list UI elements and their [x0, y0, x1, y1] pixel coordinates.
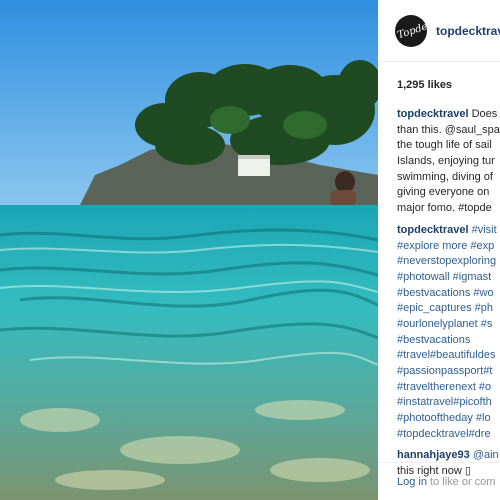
comment-line: than this. @saul_spa: [397, 123, 500, 139]
hashtag-link[interactable]: #visit: [472, 224, 497, 236]
comment-line: swimming, diving of: [397, 170, 493, 183]
comment-line: giving everyone on: [397, 186, 490, 199]
post-side-panel: Topdeck topdecktravel 1,295 likes topdec…: [378, 0, 500, 500]
hashtag-line[interactable]: #bestvacations #wo: [397, 286, 500, 302]
hashtag-line[interactable]: #photooftheday #lo: [397, 411, 500, 427]
comment-username-link[interactable]: topdecktravel: [397, 108, 469, 120]
comment-line: the tough life of sail: [397, 139, 492, 152]
avatar-logo-text: Topdeck: [396, 17, 427, 42]
hashtag-line[interactable]: #bestvacations: [397, 333, 500, 349]
hashtag-line[interactable]: #traveltherenext #o: [397, 380, 500, 396]
header-username-link[interactable]: topdecktravel: [436, 24, 500, 38]
post-photo: [0, 0, 378, 500]
comment-text: than this. @saul_spa: [397, 123, 500, 136]
post-header: Topdeck topdecktravel: [378, 0, 500, 62]
hashtag-line[interactable]: #instatravel#picofth: [397, 395, 500, 411]
hashtag-line[interactable]: #travel#beautifuldes: [397, 348, 500, 364]
comment-line: major fomo. #topde: [397, 202, 492, 215]
comment-line: topdecktravel Does: [397, 107, 500, 123]
comment-line: Islands, enjoying tur: [397, 155, 495, 168]
likes-count[interactable]: 1,295 likes: [397, 79, 452, 91]
hashtag-line[interactable]: #passionpassport#t: [397, 364, 500, 380]
comment-username-link[interactable]: hannahjaye93: [397, 449, 470, 461]
hashtag-line[interactable]: #explore more #exp: [397, 239, 500, 255]
comment-text: Does: [471, 108, 498, 120]
hashtag-line[interactable]: #epic_captures #ph: [397, 301, 500, 317]
caption-comment: topdecktravel Does than this. @saul_spa …: [397, 107, 500, 217]
hashtag-line[interactable]: #neverstopexploring: [397, 254, 500, 270]
login-prompt: Log in to like or com: [397, 476, 495, 488]
comment-username-link[interactable]: topdecktravel: [397, 224, 469, 236]
hashtag-line[interactable]: #photowall #igmast: [397, 270, 500, 286]
hashtag-comment: topdecktravel #visit #explore more #exp …: [397, 223, 500, 443]
comment-line: topdecktravel #visit: [397, 223, 500, 239]
login-prompt-text: to like or com: [426, 476, 496, 488]
hashtag-line[interactable]: #ourlonelyplanet #s: [397, 317, 500, 333]
post-footer: Log in to like or com: [378, 462, 500, 500]
hashtag-line[interactable]: #topdecktravel#dre: [397, 427, 500, 443]
login-link[interactable]: Log in: [397, 476, 427, 488]
mention-link[interactable]: @ain: [473, 449, 499, 461]
avatar[interactable]: Topdeck: [395, 15, 427, 47]
seascape-image: [0, 0, 378, 500]
comments-list: topdecktravel Does than this. @saul_spa …: [397, 107, 500, 480]
